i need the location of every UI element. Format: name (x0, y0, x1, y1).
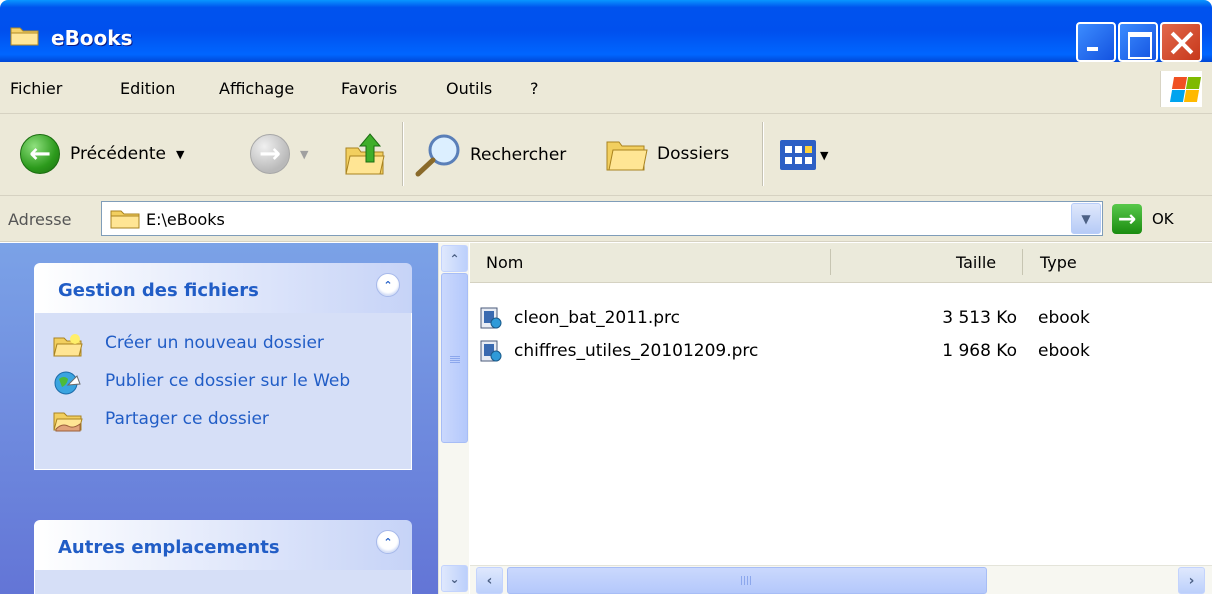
task-pane: Gestion des fichiers ⌃ Créer un nouveau … (0, 243, 438, 594)
horizontal-scrollbar[interactable]: ‹ › (470, 565, 1212, 594)
file-tasks-header[interactable]: Gestion des fichiers ⌃ (34, 263, 412, 313)
file-size: 1 968 Ko (942, 341, 1017, 361)
menu-bar: Fichier Edition Affichage Favoris Outils… (0, 62, 1212, 114)
back-button[interactable]: ← Précédente ▼ (20, 134, 184, 174)
search-icon (415, 134, 460, 177)
scroll-up-icon[interactable]: ⌃ (441, 245, 468, 272)
file-tasks-title: Gestion des fichiers (58, 280, 259, 301)
address-bar: Adresse E:\eBooks ▼ → OK (0, 196, 1212, 242)
search-button[interactable]: Rechercher (414, 132, 566, 178)
other-places-body (34, 570, 412, 594)
task-new-folder[interactable]: Créer un nouveau dossier (53, 333, 411, 357)
menu-help[interactable]: ? (530, 79, 539, 98)
back-label: Précédente (70, 144, 166, 164)
go-arrow-icon[interactable]: → (1112, 204, 1142, 234)
views-button[interactable]: ▼ (778, 138, 828, 172)
column-name[interactable]: Nom (486, 243, 523, 282)
toolbar-separator (402, 122, 404, 186)
task-share-folder-label: Partager ce dossier (105, 409, 269, 429)
other-places-title: Autres emplacements (58, 537, 280, 558)
windows-logo-icon (1160, 71, 1202, 107)
menu-affichage[interactable]: Affichage (219, 79, 294, 98)
task-publish-web[interactable]: Publier ce dossier sur le Web (53, 371, 411, 395)
file-tasks-body: Créer un nouveau dossier Publier ce doss… (34, 313, 412, 470)
maximize-button[interactable] (1118, 22, 1158, 62)
folder-icon (10, 27, 39, 46)
minimize-button[interactable] (1076, 22, 1116, 62)
up-folder-icon (345, 133, 385, 175)
back-dropdown-icon[interactable]: ▼ (176, 148, 184, 161)
file-name: cleon_bat_2011.prc (514, 308, 680, 328)
ebook-file-icon (480, 307, 502, 329)
menu-fichier[interactable]: Fichier (10, 79, 62, 98)
folders-button[interactable]: Dossiers (605, 134, 729, 174)
menu-favoris[interactable]: Favoris (341, 79, 397, 98)
views-dropdown-icon[interactable]: ▼ (820, 149, 828, 162)
scroll-down-icon[interactable]: ⌄ (441, 565, 468, 592)
window-title: eBooks (51, 26, 133, 50)
menu-edition[interactable]: Edition (120, 79, 175, 98)
forward-arrow-icon: → (250, 134, 290, 174)
address-value: E:\eBooks (146, 210, 225, 229)
views-icon (780, 140, 816, 170)
task-new-folder-label: Créer un nouveau dossier (105, 333, 324, 353)
column-type[interactable]: Type (1040, 243, 1077, 282)
collapse-chevron-icon[interactable]: ⌃ (376, 530, 400, 554)
column-divider[interactable] (1022, 249, 1023, 275)
scroll-thumb[interactable] (507, 567, 987, 594)
ebook-file-icon (480, 340, 502, 362)
task-share-folder[interactable]: Partager ce dossier (53, 409, 411, 433)
task-publish-web-label: Publier ce dossier sur le Web (105, 371, 351, 391)
file-list: cleon_bat_2011.prc 3 513 Ko ebook chiffr… (470, 283, 1212, 565)
other-places-panel: Autres emplacements ⌃ (34, 520, 412, 594)
scroll-left-icon[interactable]: ‹ (476, 567, 503, 594)
file-list-header: Nom Taille Type (470, 243, 1212, 283)
column-size[interactable]: Taille (956, 243, 996, 282)
go-button[interactable]: OK (1152, 210, 1174, 228)
file-row[interactable]: chiffres_utiles_20101209.prc 1 968 Ko eb… (470, 336, 1212, 366)
new-folder-icon (53, 334, 83, 357)
address-label: Adresse (8, 210, 72, 229)
title-bar[interactable]: eBooks (0, 0, 1212, 62)
folders-icon (606, 141, 648, 171)
folders-label: Dossiers (657, 144, 730, 164)
file-row[interactable]: cleon_bat_2011.prc 3 513 Ko ebook (470, 303, 1212, 333)
forward-button[interactable]: → ▼ (250, 134, 308, 174)
publish-web-icon (54, 371, 81, 395)
close-button[interactable] (1160, 22, 1202, 62)
vertical-scrollbar[interactable]: ⌃ ⌄ (438, 243, 469, 594)
back-arrow-icon: ← (20, 134, 60, 174)
file-name: chiffres_utiles_20101209.prc (514, 341, 759, 361)
other-places-header[interactable]: Autres emplacements ⌃ (34, 520, 412, 570)
collapse-chevron-icon[interactable]: ⌃ (376, 273, 400, 297)
file-type: ebook (1038, 341, 1090, 361)
folder-icon (110, 210, 140, 229)
search-label: Rechercher (470, 145, 567, 165)
menu-outils[interactable]: Outils (446, 79, 492, 98)
file-type: ebook (1038, 308, 1090, 328)
address-input[interactable]: E:\eBooks ▼ (101, 201, 1103, 236)
toolbar-separator (762, 122, 764, 186)
file-tasks-panel: Gestion des fichiers ⌃ Créer un nouveau … (34, 263, 412, 470)
scroll-thumb[interactable] (441, 273, 468, 443)
column-divider[interactable] (830, 249, 831, 275)
forward-dropdown-icon[interactable]: ▼ (300, 148, 308, 161)
file-size: 3 513 Ko (942, 308, 1017, 328)
scroll-right-icon[interactable]: › (1178, 567, 1205, 594)
toolbar: ← Précédente ▼ → ▼ Rechercher Dossiers ▼ (0, 114, 1212, 196)
up-folder-button[interactable] (344, 132, 386, 176)
share-folder-icon (53, 412, 83, 432)
address-dropdown-icon[interactable]: ▼ (1071, 203, 1101, 234)
